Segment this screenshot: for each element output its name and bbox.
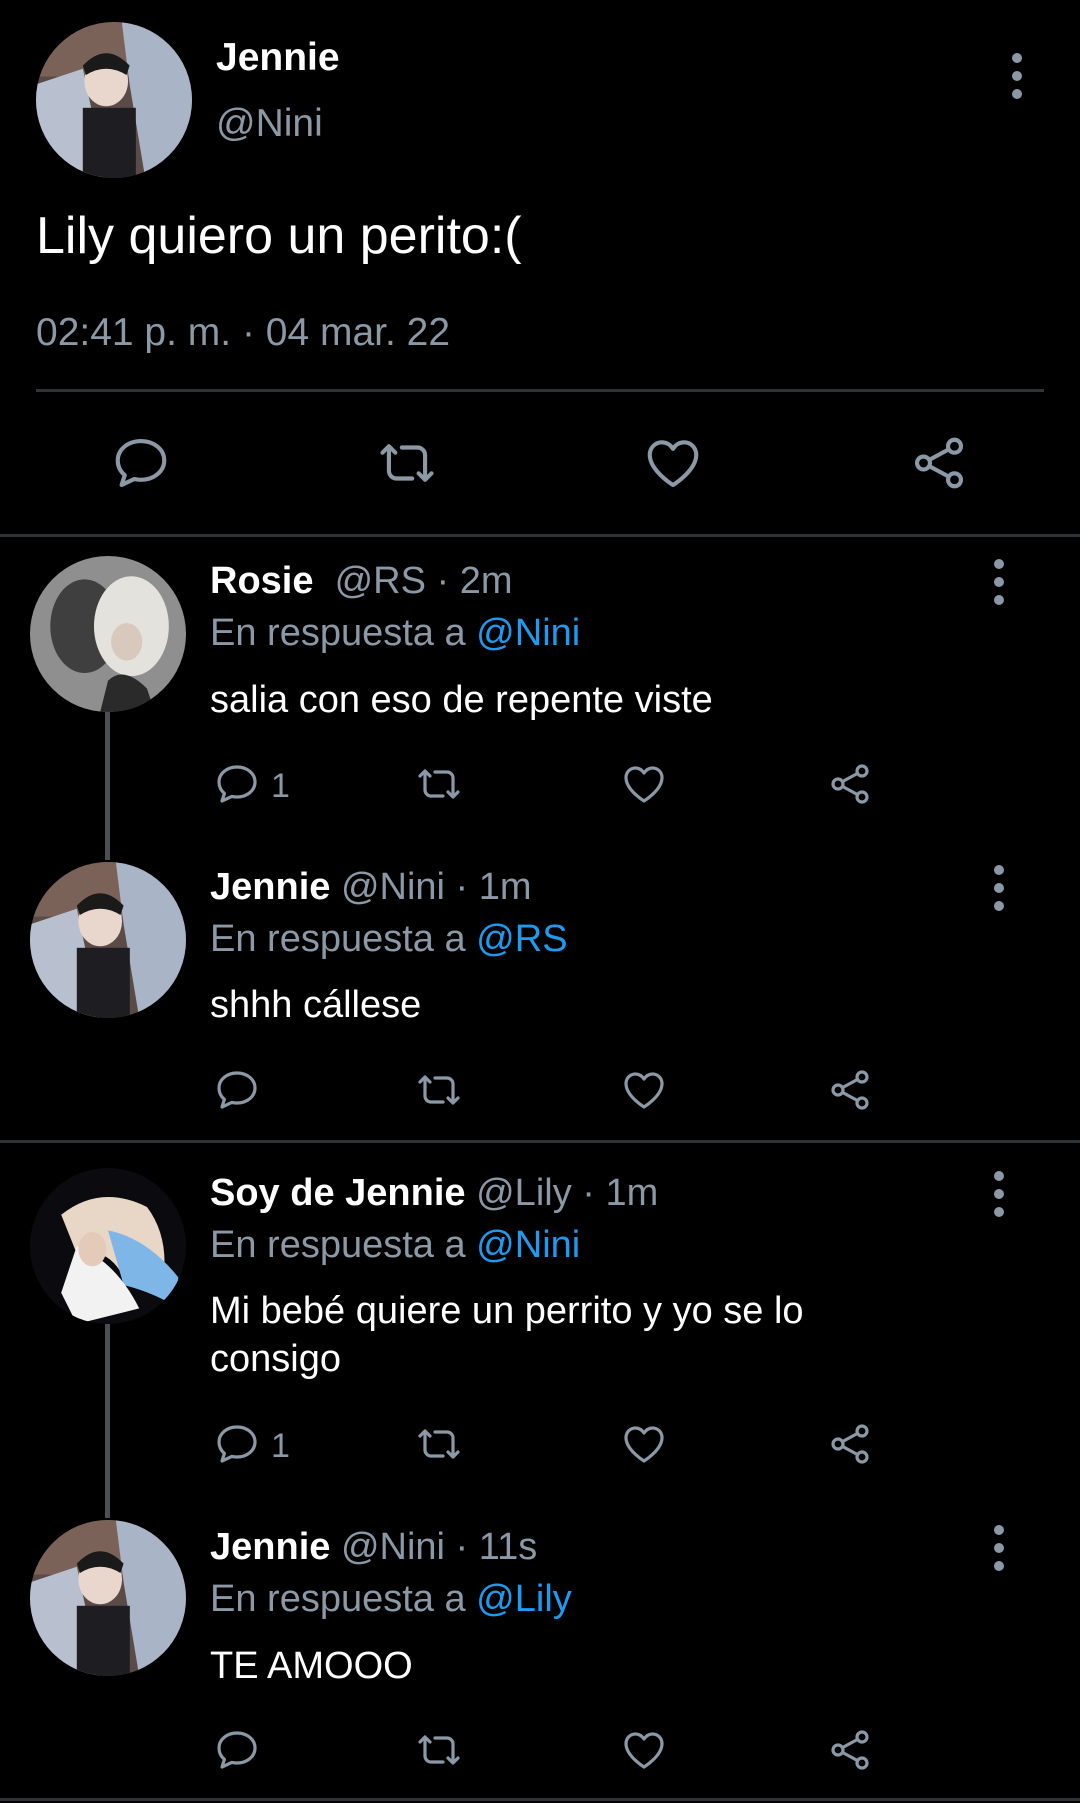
reply-handle-time[interactable]: @Nini · 11s <box>341 1526 537 1568</box>
main-author-name[interactable]: Jennie <box>216 36 340 80</box>
replying-prefix: En respuesta a <box>210 1578 466 1620</box>
retweet-icon[interactable] <box>413 760 465 808</box>
reply-author-avatar[interactable] <box>30 1520 186 1676</box>
reply-header: Soy de Jennie @Lily · 1m <box>210 1172 658 1215</box>
reply-header: Jennie @Nini · 1m <box>210 866 532 909</box>
like-icon[interactable] <box>620 760 668 808</box>
reply-handle-time[interactable]: @Nini · 1m <box>341 866 532 908</box>
share-icon[interactable] <box>826 760 874 808</box>
like-icon[interactable] <box>642 432 704 494</box>
section-separator <box>0 1140 1080 1143</box>
reply-author-avatar[interactable] <box>30 556 186 712</box>
main-author-avatar[interactable] <box>36 22 192 178</box>
retweet-icon[interactable] <box>374 432 440 494</box>
reply-icon[interactable] <box>213 1066 261 1114</box>
section-separator <box>0 534 1080 537</box>
reply-author-name[interactable]: Rosie <box>210 560 313 602</box>
mention-link[interactable]: @Nini <box>476 612 580 654</box>
replying-prefix: En respuesta a <box>210 918 466 960</box>
reply-icon[interactable] <box>213 1726 261 1774</box>
thread-line <box>105 712 110 860</box>
reply-header: Jennie @Nini · 11s <box>210 1526 537 1569</box>
section-separator <box>0 1798 1080 1801</box>
reply-text: salia con eso de repente viste <box>210 679 713 721</box>
replying-prefix: En respuesta a <box>210 1224 466 1266</box>
share-icon[interactable] <box>826 1420 874 1468</box>
reply-author-name[interactable]: Soy de Jennie <box>210 1172 466 1214</box>
main-author-handle[interactable]: @Nini <box>216 102 323 146</box>
reply-author-avatar[interactable] <box>30 1168 186 1324</box>
thread-line <box>105 1324 110 1518</box>
main-tweet-timestamp: 02:41 p. m. · 04 mar. 22 <box>36 311 451 354</box>
reply-header: Rosie @RS · 2m <box>210 560 513 603</box>
main-tweet-text: Lily quiero un perito:( <box>36 207 522 265</box>
more-options-icon[interactable] <box>984 858 1014 918</box>
like-icon[interactable] <box>620 1726 668 1774</box>
reply-icon[interactable] <box>213 760 261 808</box>
tweet-thread-page: Jennie @Nini Lily quiero un perito:( 02:… <box>0 0 1080 1803</box>
reply-count: 1 <box>271 1427 290 1465</box>
reply-icon[interactable] <box>110 432 172 494</box>
reply-text: Mi bebé quiere un perrito y yo se lo con… <box>210 1290 804 1380</box>
retweet-icon[interactable] <box>413 1066 465 1114</box>
reply-count: 1 <box>271 767 290 805</box>
more-options-icon[interactable] <box>1002 46 1032 106</box>
replying-to-line: En respuesta a @Nini <box>210 612 580 655</box>
like-icon[interactable] <box>620 1420 668 1468</box>
replying-to-line: En respuesta a @Lily <box>210 1578 572 1621</box>
retweet-icon[interactable] <box>413 1420 465 1468</box>
reply-text: TE AMOOO <box>210 1645 413 1687</box>
reply-author-name[interactable]: Jennie <box>210 1526 330 1568</box>
share-icon[interactable] <box>826 1726 874 1774</box>
more-options-icon[interactable] <box>984 552 1014 612</box>
divider <box>36 389 1044 392</box>
mention-link[interactable]: @RS <box>476 918 567 960</box>
reply-icon[interactable] <box>213 1420 261 1468</box>
reply-author-name[interactable]: Jennie <box>210 866 330 908</box>
more-options-icon[interactable] <box>984 1164 1014 1224</box>
replying-prefix: En respuesta a <box>210 612 466 654</box>
share-icon[interactable] <box>908 432 970 494</box>
share-icon[interactable] <box>826 1066 874 1114</box>
reply-text: shhh cállese <box>210 984 422 1026</box>
mention-link[interactable]: @Lily <box>476 1578 572 1620</box>
like-icon[interactable] <box>620 1066 668 1114</box>
mention-link[interactable]: @Nini <box>476 1224 580 1266</box>
reply-author-avatar[interactable] <box>30 862 186 1018</box>
replying-to-line: En respuesta a @Nini <box>210 1224 580 1267</box>
reply-handle-time[interactable]: @Lily · 1m <box>476 1172 658 1214</box>
replying-to-line: En respuesta a @RS <box>210 918 568 961</box>
reply-handle-time[interactable]: @RS · 2m <box>335 560 513 602</box>
retweet-icon[interactable] <box>413 1726 465 1774</box>
more-options-icon[interactable] <box>984 1518 1014 1578</box>
